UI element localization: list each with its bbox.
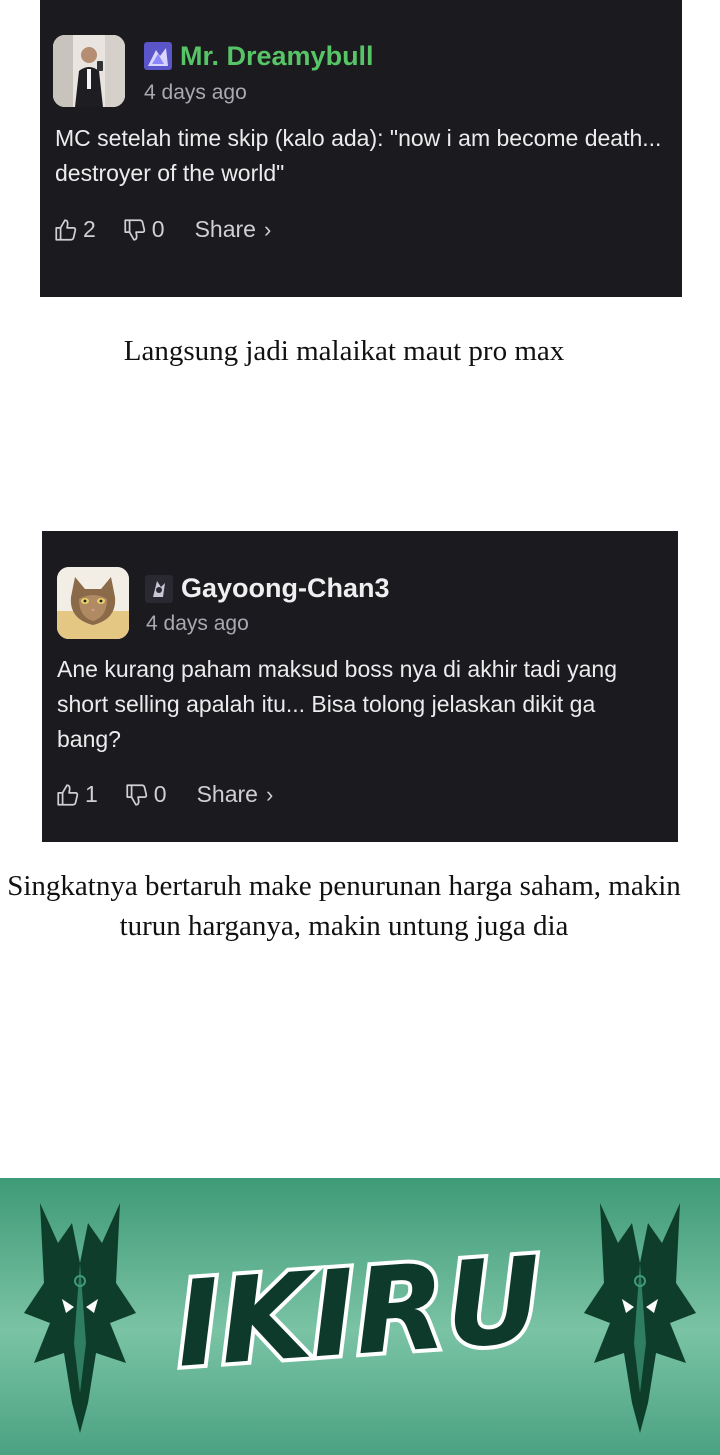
thumbs-down-icon: [126, 783, 147, 806]
dislike-count: 0: [153, 781, 167, 807]
thumbs-up-icon: [57, 783, 79, 806]
comment-text: Ane kurang paham maksud boss nya di akhi…: [57, 656, 617, 752]
chevron-right-icon: ›: [265, 781, 274, 807]
like-count: 2: [83, 216, 96, 242]
like-count: 1: [85, 781, 98, 807]
user-badge-icon: [144, 42, 172, 70]
user-badge-icon: [145, 575, 173, 603]
dislike-count: 0: [151, 216, 165, 242]
avatar[interactable]: [53, 35, 125, 107]
dislike-button[interactable]: 0: [122, 216, 165, 243]
username[interactable]: Gayoong-Chan3: [181, 572, 390, 604]
share-button[interactable]: Share ›: [197, 781, 274, 808]
caption: Langsung jadi malaikat maut pro max: [123, 335, 565, 367]
dislike-button[interactable]: 0: [124, 781, 167, 808]
comment-card: Mr. Dreamybull 4 days ago MC setelah tim…: [40, 0, 682, 297]
ikiru-logo: IKIRU: [168, 1226, 551, 1397]
avatar[interactable]: [57, 567, 129, 639]
timestamp: 4 days ago: [146, 612, 249, 635]
caption: Singkatnya bertaruh make penurunan harga…: [7, 870, 681, 942]
share-label: Share: [194, 216, 256, 242]
like-button[interactable]: 2: [53, 216, 96, 243]
comment-actions: 2 0 Share ›: [53, 216, 271, 243]
share-button[interactable]: Share ›: [195, 216, 272, 243]
share-label: Share: [196, 781, 258, 807]
comment-actions: 1 0 Share ›: [55, 781, 273, 808]
ikiru-banner: IKIRU: [0, 1178, 720, 1455]
comment-card: Gayoong-Chan3 4 days ago Ane kurang paha…: [42, 531, 678, 842]
logo-text: IKIRU: [172, 1230, 547, 1393]
thumbs-up-icon: [55, 218, 77, 241]
like-button[interactable]: 1: [55, 781, 98, 808]
timestamp: 4 days ago: [144, 81, 247, 104]
thumbs-down-icon: [124, 218, 145, 241]
chevron-right-icon: ›: [263, 216, 272, 242]
comment-text: MC setelah time skip (kalo ada): "now i …: [55, 125, 662, 186]
username[interactable]: Mr. Dreamybull: [180, 40, 374, 72]
